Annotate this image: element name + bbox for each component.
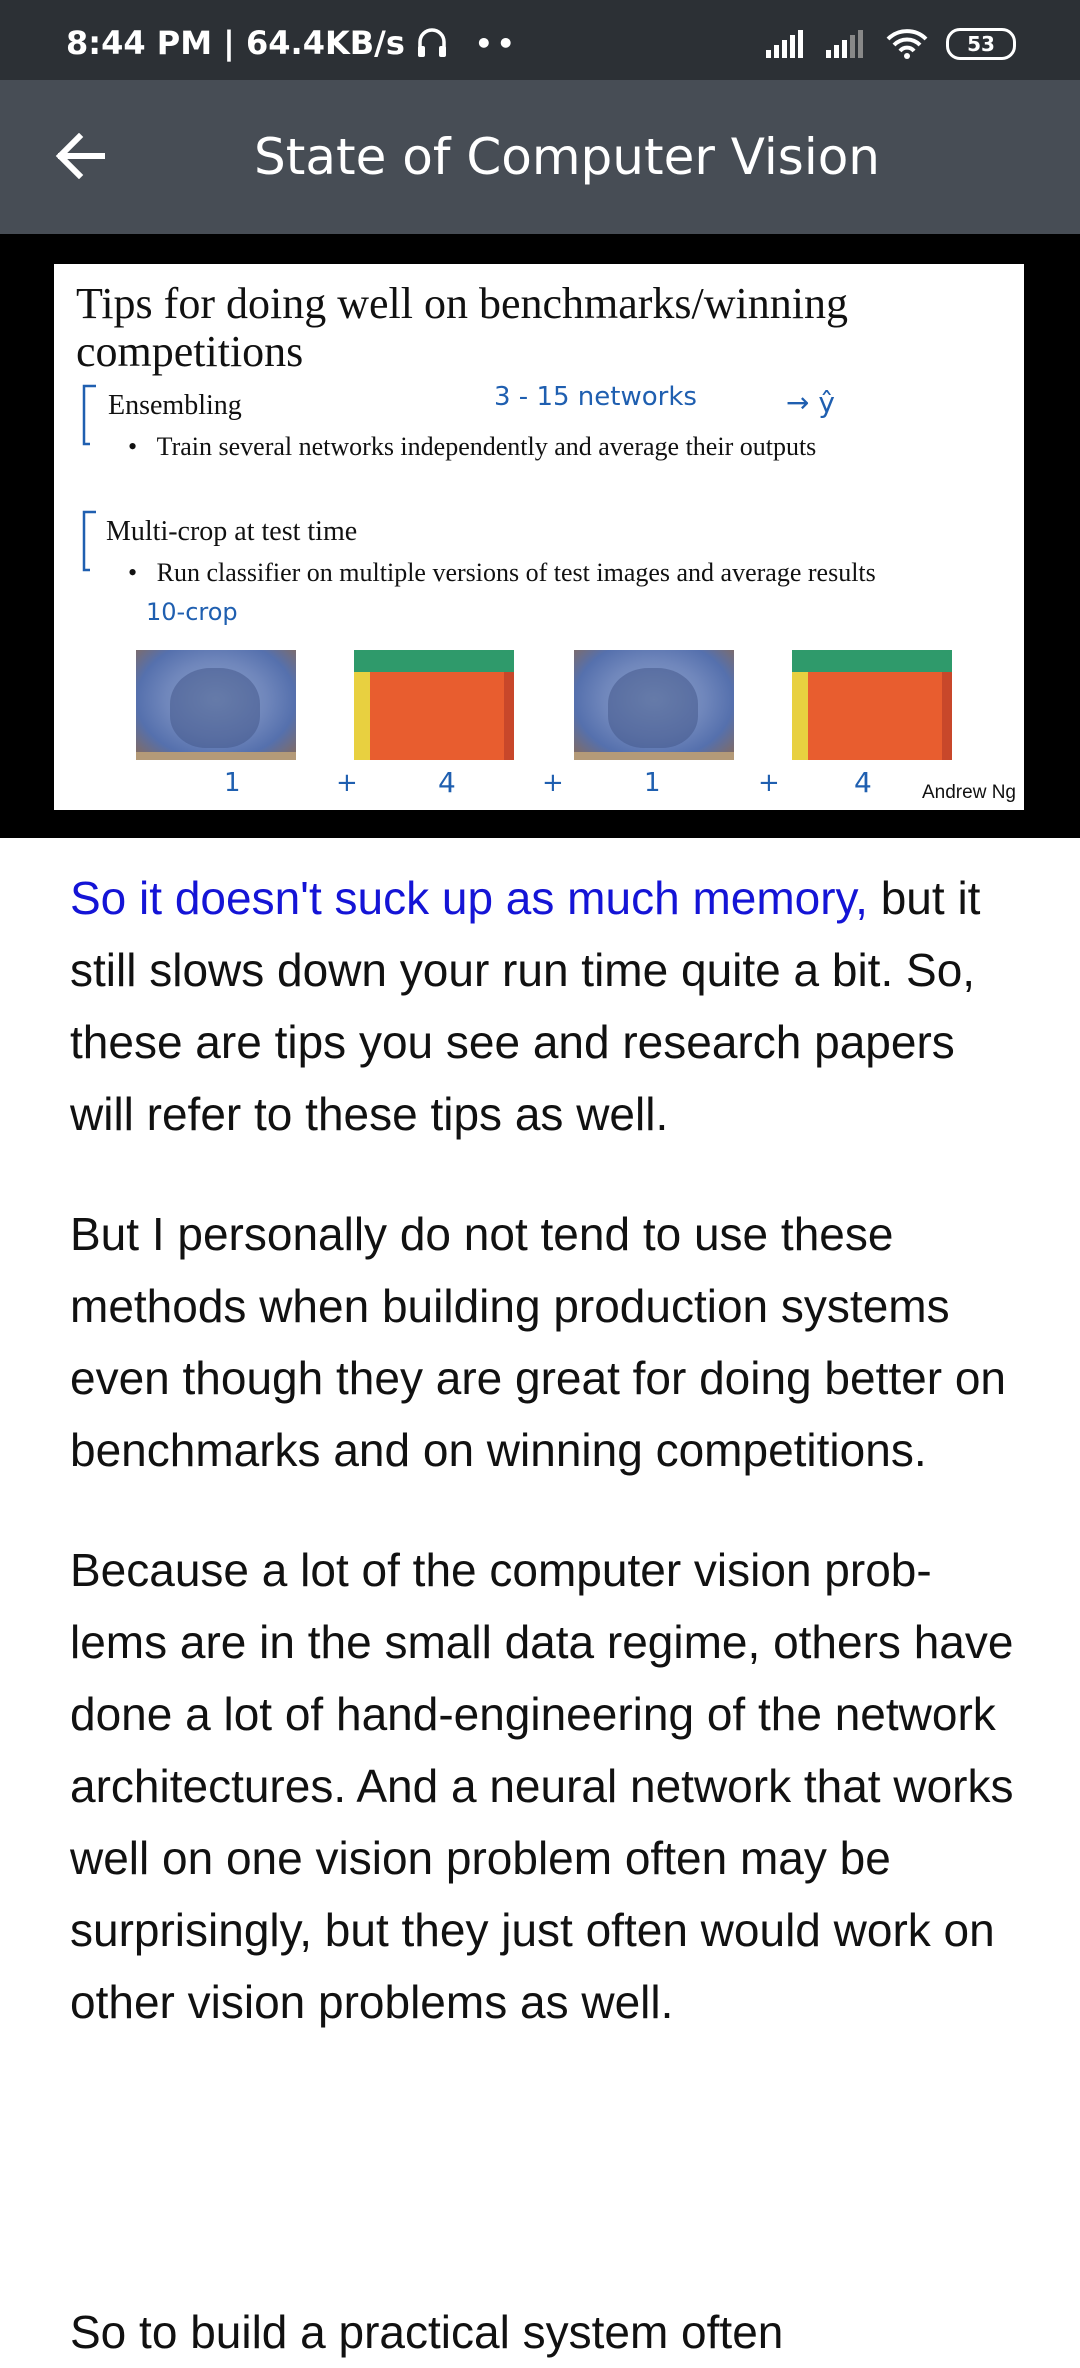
annotation-plus: + [542,768,564,798]
annotation-yhat: → ŷ [786,386,835,419]
annotation-plus: + [758,768,780,798]
bracket-ensembling [82,384,96,446]
transcript-paragraph[interactable]: Because a lot of the computer vision pro… [70,1534,1020,2038]
annotation-networks: 3 - 15 networks [494,382,697,412]
transcript-paragraph: So it doesn't suck up as much memory, bu… [70,862,1020,1150]
arrow-left-icon [55,133,105,179]
slide-section-multicrop: Multi-crop at test time [106,516,358,547]
bullet-text: Train several networks independently and… [156,432,817,461]
app-bar: State of Computer Vision [0,80,1080,234]
page-title: State of Computer Vision [254,128,881,186]
slide-author: Andrew Ng [922,782,1016,803]
slide-bullet-ensembling: • Train several networks independently a… [128,432,816,462]
back-button[interactable] [40,116,120,196]
cat-crop-image [574,650,734,760]
bracket-multicrop [82,510,96,572]
transcript-paragraph[interactable]: But I personally do not tend to use thes… [70,1198,1020,1486]
bullet-dot: • [128,558,157,587]
signal-icon [766,30,803,58]
annotation-count: 4 [438,766,456,799]
status-right: 53 [766,28,1016,60]
flipped-crop-image [792,650,952,760]
slide-title: Tips for doing well on benchmarks/winnin… [76,279,848,376]
transcript-current-line[interactable]: So it doesn't suck up as much memory, [70,872,868,924]
annotation-count: 1 [224,768,241,798]
bullet-text: Run classifier on multiple versions of t… [156,558,876,587]
slide-bullet-multicrop: • Run classifier on multiple versions of… [128,558,876,588]
status-dots: •• [474,26,519,60]
annotation-count: 4 [854,766,872,799]
video-player[interactable]: Tips for doing well on benchmarks/winnin… [0,234,1080,838]
signal-icon [826,30,863,58]
wifi-icon [886,29,928,59]
transcript: So it doesn't suck up as much memory, bu… [70,862,1020,2086]
annotation-count: 1 [644,768,661,798]
slide-section-ensembling: Ensembling [108,390,242,421]
status-left: 8:44 PM | 64.4KB/s •• [66,24,519,62]
annotation-plus: + [336,768,358,798]
lecture-slide: Tips for doing well on benchmarks/winnin… [54,264,1024,810]
status-bar: 8:44 PM | 64.4KB/s •• 53 [0,0,1080,80]
flipped-crop-image [354,650,514,760]
annotation-ten-crop: 10-crop [146,598,238,626]
transcript-partial-line[interactable]: So to build a practical system often [70,2296,783,2368]
bullet-dot: • [128,432,157,461]
battery-icon: 53 [946,28,1016,60]
status-time-speed: 8:44 PM | 64.4KB/s [66,24,405,62]
cat-crop-image [136,650,296,760]
headset-icon [417,28,446,57]
